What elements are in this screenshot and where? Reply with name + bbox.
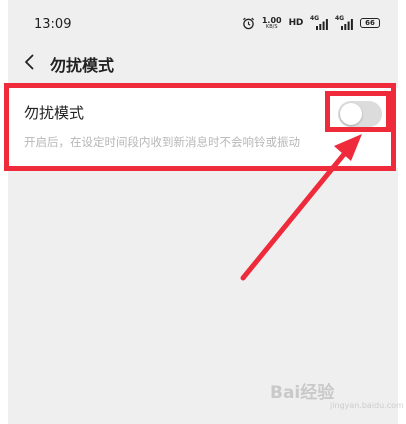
- battery-level: 66: [365, 18, 375, 27]
- watermark-text: Bai经验: [270, 383, 335, 403]
- signal-bars-icon: [316, 19, 328, 30]
- page-header: 勿扰模式: [8, 44, 398, 80]
- setting-description: 开启后，在设定时间段内收到新消息时不会响铃或振动: [24, 135, 300, 149]
- signal-bars-icon-2: [341, 19, 353, 30]
- watermark-subtext: jingyan.baidu.com: [330, 401, 404, 410]
- status-icons: 1.00 KB/S HD 4G 4G 66: [242, 14, 380, 32]
- alarm-icon: [242, 17, 254, 29]
- status-time: 13:09: [34, 17, 72, 32]
- phone-screen: 13:09 1.00 KB/S HD 4G 4G 66 勿扰模式 勿扰模式 开启…: [8, 0, 398, 424]
- chevron-left-icon: [25, 54, 34, 70]
- network-speed-unit: KB/S: [265, 23, 278, 30]
- battery-icon: 66: [360, 18, 380, 28]
- dnd-setting-row: 勿扰模式 开启后，在设定时间段内收到新消息时不会响铃或振动: [8, 88, 398, 168]
- signal-icon-2: 4G: [335, 15, 353, 30]
- hd-label: HD: [288, 18, 304, 28]
- setting-title: 勿扰模式: [24, 104, 85, 122]
- network-speed: 1.00 KB/S: [262, 16, 282, 30]
- signal-icon: 4G: [310, 15, 328, 30]
- screenshot-frame: 13:09 1.00 KB/S HD 4G 4G 66 勿扰模式 勿扰模式 开启…: [0, 0, 406, 424]
- back-button[interactable]: [18, 50, 40, 74]
- dnd-toggle-switch[interactable]: [338, 101, 382, 127]
- toggle-knob: [340, 103, 362, 125]
- status-bar: 13:09 1.00 KB/S HD 4G 4G 66: [8, 0, 398, 40]
- watermark: Bai经验 jingyan.baidu.com: [270, 378, 404, 410]
- page-title: 勿扰模式: [50, 56, 115, 75]
